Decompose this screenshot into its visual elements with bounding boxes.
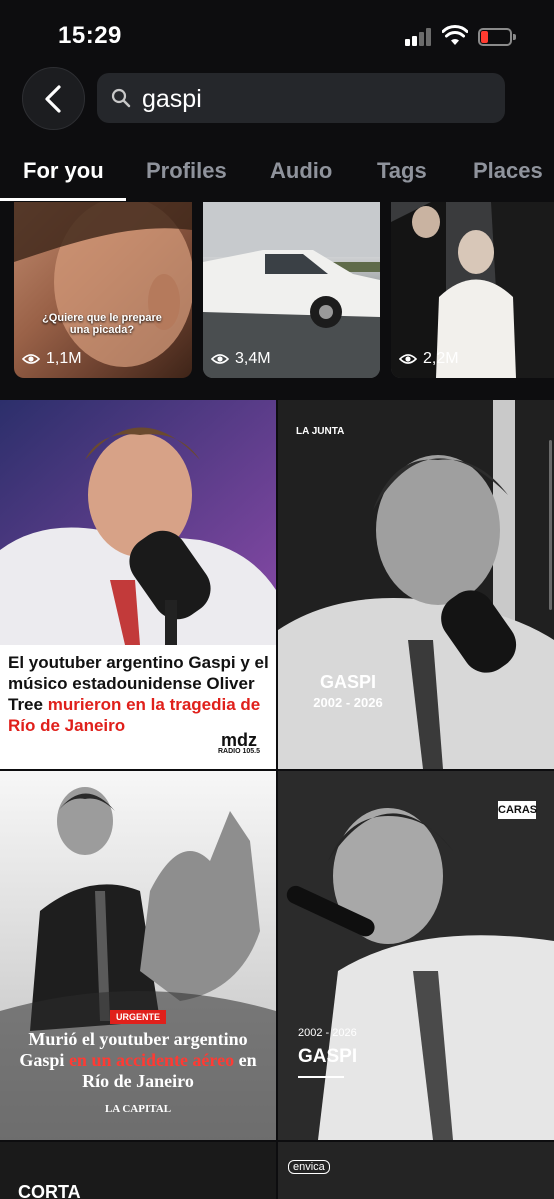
reel-views: 2,2M [399,350,459,368]
search-input[interactable]: gaspi [97,73,505,123]
reel-1[interactable]: ¿Quiere que le prepare una picada? 1,1M [14,202,192,378]
reel-view-count: 1,1M [46,350,82,367]
status-time: 15:29 [58,22,122,49]
post-corta[interactable]: CORTA [0,1142,276,1199]
search-icon [111,88,131,108]
tab-places[interactable]: Places [473,158,543,184]
post-mdz[interactable]: El youtuber argentino Gaspi y el músico … [0,400,276,769]
back-button[interactable] [22,67,85,130]
la-capital-logo: LA CAPITAL [104,1103,172,1115]
reel-caption: ¿Quiere que le prepare una picada? [42,312,162,336]
corta-logo: CORTA [18,1182,81,1199]
search-query: gaspi [142,85,202,113]
eye-icon [22,354,40,364]
eye-icon [211,354,229,364]
reel-view-count: 2,2M [423,350,459,367]
caras-logo: CARAS [498,801,537,819]
headline-highlight: en un accidente aéreo [68,1050,235,1070]
post-caras[interactable]: CARAS 2002 - 2026 GASPI [278,771,554,1140]
battery-icon [478,28,516,46]
tribute-years: 2002 - 2026 [298,1027,357,1039]
post-photo [0,400,276,645]
active-tab-indicator [0,198,126,201]
tribute-title: GASPI [319,672,376,692]
tribute-title: GASPI [298,1046,358,1067]
title-divider [298,1076,344,1078]
tab-audio[interactable]: Audio [270,158,332,184]
tab-for-you[interactable]: For you [23,158,104,184]
post-la-capital[interactable]: URGENTE Murió el youtuber argentino Gasp… [0,771,276,1140]
la-junta-logo: LA JUNTA [296,426,345,437]
post-envica[interactable]: envica [278,1142,554,1199]
eye-icon [399,354,417,364]
envica-logo: envica [288,1160,330,1174]
chevron-left-icon [44,84,61,113]
post-headline: Murió el youtuber argentino Gaspi en un … [10,1029,266,1092]
search-tabs: For you Profiles Audio Tags Places [0,150,554,202]
mdz-logo: mdz RADIO 105.5 [218,730,261,755]
status-bar: 15:29 [0,0,554,62]
cellular-signal-icon [405,28,433,46]
post-photo [278,400,554,769]
post-la-junta[interactable]: LA JUNTA GASPI 2002 - 2026 [278,400,554,769]
reel-view-count: 3,4M [235,350,271,367]
tab-tags[interactable]: Tags [377,158,427,184]
reel-views: 3,4M [211,350,271,368]
wifi-icon [442,25,468,45]
reel-views: 1,1M [22,350,82,368]
tab-profiles[interactable]: Profiles [146,158,227,184]
post-headline: El youtuber argentino Gaspi y el músico … [8,652,270,736]
reel-3[interactable]: 2,2M [391,202,554,378]
scrollbar[interactable] [549,440,552,610]
reel-2[interactable]: 3,4M [203,202,380,378]
post-photo [278,771,554,1140]
urgent-badge: URGENTE [110,1010,166,1024]
tribute-years: 2002 - 2026 [313,695,383,710]
